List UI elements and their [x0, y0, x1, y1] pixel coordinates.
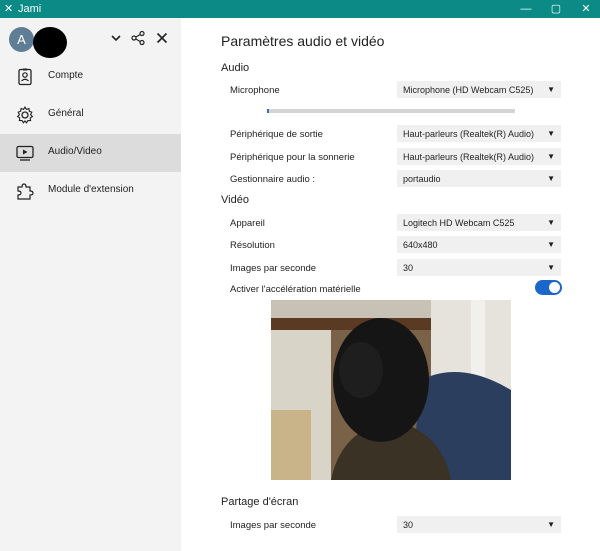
audio-heading: Audio	[221, 62, 250, 74]
title-bar: ✕ Jami — ▢ ✕	[0, 0, 600, 18]
page-title: Paramètres audio et vidéo	[221, 33, 385, 49]
puzzle-icon	[17, 183, 34, 200]
camera-preview-image	[271, 300, 511, 480]
gear-icon	[16, 105, 34, 124]
close-icon[interactable]	[154, 30, 170, 46]
output-device-select[interactable]: Haut-parleurs (Realtek(R) Audio) ▼	[397, 125, 561, 142]
minimize-button[interactable]: —	[512, 0, 540, 18]
output-device-label: Périphérique de sortie	[230, 129, 323, 140]
settings-panel: Paramètres audio et vidéo Audio Micropho…	[181, 18, 600, 551]
media-icon	[16, 145, 34, 161]
caret-down-icon: ▼	[547, 85, 555, 94]
screenshare-heading: Partage d'écran	[221, 496, 299, 508]
audio-manager-label: Gestionnaire audio :	[230, 174, 316, 185]
mic-level-meter	[267, 109, 515, 113]
video-fps-select[interactable]: 30 ▼	[397, 259, 561, 276]
resolution-value: 640x480	[403, 240, 438, 250]
sidebar-item-general[interactable]: Général	[0, 96, 181, 134]
screenshare-fps-value: 30	[403, 520, 414, 530]
account-name-redacted	[33, 27, 67, 58]
caret-down-icon: ▼	[547, 218, 555, 227]
caret-down-icon: ▼	[547, 174, 555, 183]
toggle-knob	[549, 282, 560, 293]
video-device-label: Appareil	[230, 218, 265, 229]
sidebar-item-plugins[interactable]: Module d'extension	[0, 172, 181, 210]
sidebar-item-label: Général	[48, 108, 84, 119]
ringtone-device-value: Haut-parleurs (Realtek(R) Audio)	[403, 152, 535, 162]
screenshare-fps-select[interactable]: 30 ▼	[397, 516, 561, 533]
account-icon	[18, 68, 32, 86]
hwaccel-toggle[interactable]	[535, 280, 562, 295]
caret-down-icon: ▼	[547, 240, 555, 249]
screenshare-fps-label: Images par seconde	[230, 520, 317, 531]
sidebar-item-compte[interactable]: Compte	[0, 58, 181, 96]
hwaccel-label: Activer l'accélération matérielle	[230, 284, 361, 295]
mic-level-fill	[267, 109, 270, 113]
sidebar-item-label: Compte	[48, 70, 84, 81]
chevron-down-icon[interactable]	[108, 30, 124, 46]
microphone-select[interactable]: Microphone (HD Webcam C525) ▼	[397, 81, 561, 98]
maximize-button[interactable]: ▢	[542, 0, 570, 18]
video-device-value: Logitech HD Webcam C525	[403, 218, 515, 228]
resolution-label: Résolution	[230, 240, 275, 251]
sidebar: A Compte Général Audio/Video Module d'ex…	[0, 18, 181, 551]
microphone-value: Microphone (HD Webcam C525)	[403, 85, 534, 95]
video-heading: Vidéo	[221, 194, 249, 206]
camera-preview	[271, 300, 511, 480]
sidebar-item-label: Module d'extension	[48, 184, 134, 195]
caret-down-icon: ▼	[547, 263, 555, 272]
account-selector[interactable]: A	[0, 18, 181, 62]
jami-logo-icon: ✕	[4, 3, 14, 15]
ringtone-device-select[interactable]: Haut-parleurs (Realtek(R) Audio) ▼	[397, 148, 561, 165]
ringtone-device-label: Périphérique pour la sonnerie	[230, 152, 355, 163]
audio-manager-select[interactable]: portaudio ▼	[397, 170, 561, 187]
caret-down-icon: ▼	[547, 129, 555, 138]
microphone-label: Microphone	[230, 85, 280, 96]
caret-down-icon: ▼	[547, 152, 555, 161]
audio-manager-value: portaudio	[403, 174, 441, 184]
video-device-select[interactable]: Logitech HD Webcam C525 ▼	[397, 214, 561, 231]
video-fps-value: 30	[403, 263, 414, 273]
video-fps-label: Images par seconde	[230, 263, 317, 274]
resolution-select[interactable]: 640x480 ▼	[397, 236, 561, 253]
close-window-button[interactable]: ✕	[572, 0, 600, 18]
output-device-value: Haut-parleurs (Realtek(R) Audio)	[403, 129, 535, 139]
sidebar-item-label: Audio/Video	[48, 146, 102, 157]
share-icon[interactable]	[130, 30, 146, 46]
sidebar-item-audio-video[interactable]: Audio/Video	[0, 134, 181, 172]
caret-down-icon: ▼	[547, 520, 555, 529]
avatar[interactable]: A	[9, 27, 34, 52]
window-title: Jami	[18, 3, 42, 15]
